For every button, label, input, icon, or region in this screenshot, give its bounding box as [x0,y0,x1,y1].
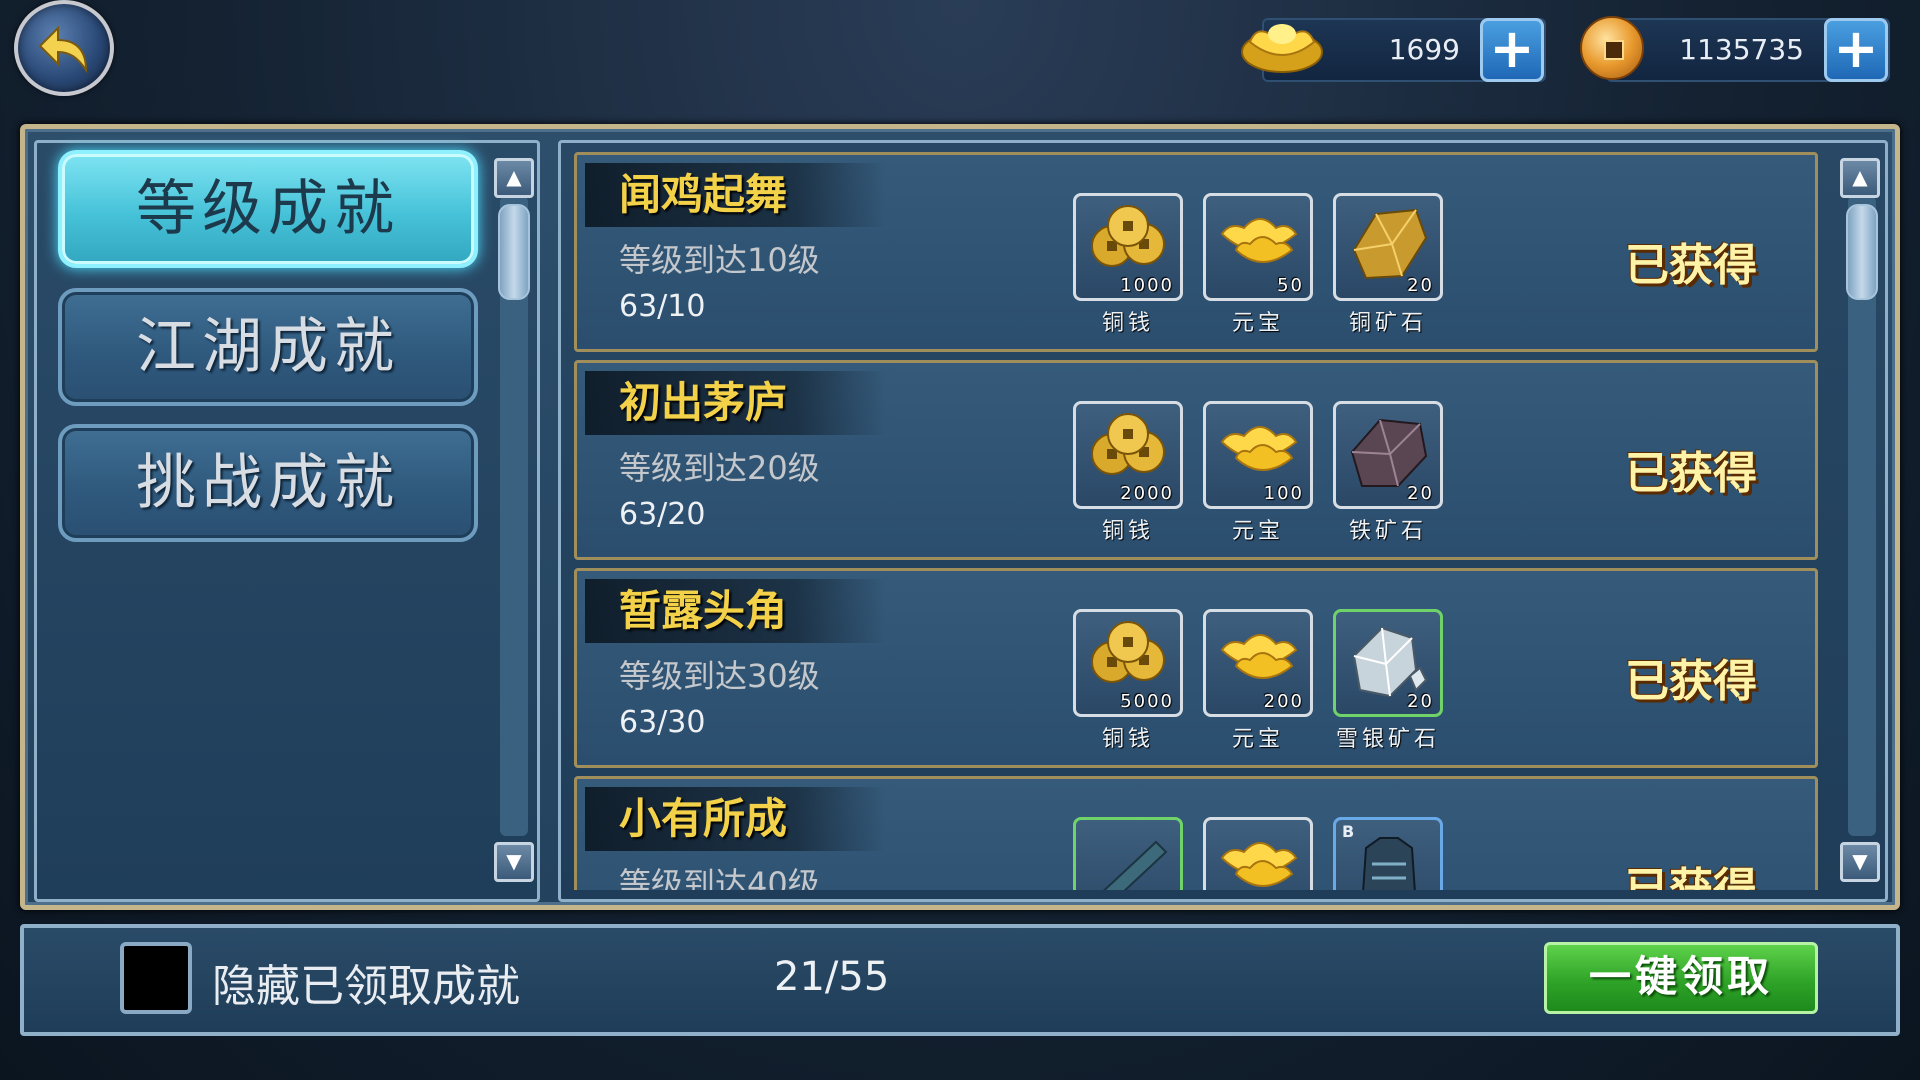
silver-ore-icon [1352,626,1428,698]
reward-gold-ingot[interactable]: 200 [1203,609,1313,717]
back-button[interactable] [14,0,114,96]
add-ingot-button[interactable]: + [1480,18,1544,82]
achievement-title: 初出茅庐 [619,378,788,427]
list-scroll-up-button[interactable]: ▲ [1840,158,1880,198]
hide-claimed-label: 隐藏已领取成就 [212,961,520,1012]
achievement-description: 等级到达20级 [619,449,820,487]
achievement-description: 等级到达40级 [619,865,820,890]
achievement-row: 闻鸡起舞 等级到达10级 63/10 1000 铜钱 50 元宝 20 铜矿石 … [574,152,1818,352]
copper-coins-icon [1091,413,1165,475]
back-arrow-icon [38,25,88,74]
coin-balance: 1135735 + [1606,18,1890,82]
gold-ingot-icon [1220,842,1298,887]
reward-iron-ore[interactable]: 20 [1333,401,1443,509]
achievement-list[interactable]: 闻鸡起舞 等级到达10级 63/10 1000 铜钱 50 元宝 20 铜矿石 … [574,152,1820,890]
category-scrollbar[interactable] [498,196,530,836]
reward-quantity: 100 [1263,483,1304,504]
reward-name: 元宝 [1231,519,1284,544]
reward-gold-ingot[interactable]: 50 [1203,193,1313,301]
achievement-row: 暂露头角 等级到达30级 63/30 5000 铜钱 200 元宝 20 雪银矿… [574,568,1818,768]
reward-quantity: 2000 [1120,483,1174,504]
reward-name: 元宝 [1231,727,1284,752]
reward-quantity: 1000 [1120,275,1174,296]
tab-challenge-achievements[interactable]: 挑战成就 [58,424,478,542]
category-scroll-thumb[interactable] [498,204,530,300]
achievement-title: 小有所成 [619,794,788,843]
copper-coins-icon [1091,205,1165,267]
iron-ore-icon [1350,418,1428,487]
list-scrollbar[interactable] [1846,196,1878,836]
status-obtained: 已获得 [1625,864,1757,890]
copper-coins-icon [1091,621,1165,683]
achievement-row: 小有所成 等级到达40级 B 已获得 [574,776,1818,890]
list-scroll-thumb[interactable] [1846,204,1878,300]
claim-all-button[interactable]: 一键领取 [1544,942,1818,1014]
coin-value: 1135735 [1679,33,1804,66]
achievement-description: 等级到达10级 [619,241,820,279]
reward-name: 铜矿石 [1348,311,1427,336]
reward-name: 铜钱 [1101,519,1154,544]
reward-quantity: 5000 [1120,691,1174,712]
reward-quantity: 20 [1407,691,1434,712]
armor-icon [1362,837,1416,890]
reward-name: 铁矿石 [1348,519,1427,544]
status-obtained: 已获得 [1625,240,1757,291]
reward-quantity: 20 [1407,483,1434,504]
tab-level-achievements[interactable]: 等级成就 [58,150,478,268]
achievement-title: 暂露头角 [619,586,788,635]
achievement-progress: 63/10 [619,289,706,324]
reward-silver-ore[interactable]: 20 [1333,609,1443,717]
category-scroll-down-button[interactable]: ▼ [494,842,534,882]
reward-quantity: 50 [1277,275,1304,296]
reward-name: 雪银矿石 [1335,727,1440,752]
gold-ingot-icon [1220,634,1298,679]
hide-claimed-checkbox[interactable] [120,942,192,1014]
reward-name: 元宝 [1231,311,1284,336]
reward-name: 铜钱 [1101,311,1154,336]
add-coin-button[interactable]: + [1824,18,1888,82]
copper-coin-icon [1580,16,1644,80]
reward-name: 铜钱 [1101,727,1154,752]
achievement-progress: 63/30 [619,705,706,740]
reward-gold-ingot[interactable]: 100 [1203,401,1313,509]
achievement-title: 闻鸡起舞 [619,170,788,219]
gold-ingot-icon [1220,426,1298,471]
reward-copper-ore[interactable]: 20 [1333,193,1443,301]
reward-scroll[interactable] [1073,817,1183,890]
list-scroll-down-button[interactable]: ▼ [1840,842,1880,882]
category-scroll-up-button[interactable]: ▲ [494,158,534,198]
achievement-row: 初出茅庐 等级到达20级 63/20 2000 铜钱 100 元宝 20 铁矿石… [574,360,1818,560]
reward-gold-ingot[interactable] [1203,817,1313,890]
gold-ingot-icon [1220,218,1298,263]
status-obtained: 已获得 [1625,656,1757,707]
reward-quantity: 20 [1407,275,1434,296]
reward-copper-coins[interactable]: 1000 [1073,193,1183,301]
reward-copper-coins[interactable]: 5000 [1073,609,1183,717]
tab-jianghu-achievements[interactable]: 江湖成就 [58,288,478,406]
achievement-progress: 63/20 [619,497,706,532]
achievement-description: 等级到达30级 [619,657,820,695]
reward-armor[interactable]: B [1333,817,1443,890]
ingot-value: 1699 [1388,33,1460,66]
achievement-count: 21/55 [774,954,890,1000]
scroll-icon [1103,840,1168,890]
reward-copper-coins[interactable]: 2000 [1073,401,1183,509]
status-obtained: 已获得 [1625,448,1757,499]
copper-ore-icon [1352,208,1428,280]
reward-quantity: 200 [1263,691,1304,712]
gold-ingot-icon [1241,24,1323,73]
